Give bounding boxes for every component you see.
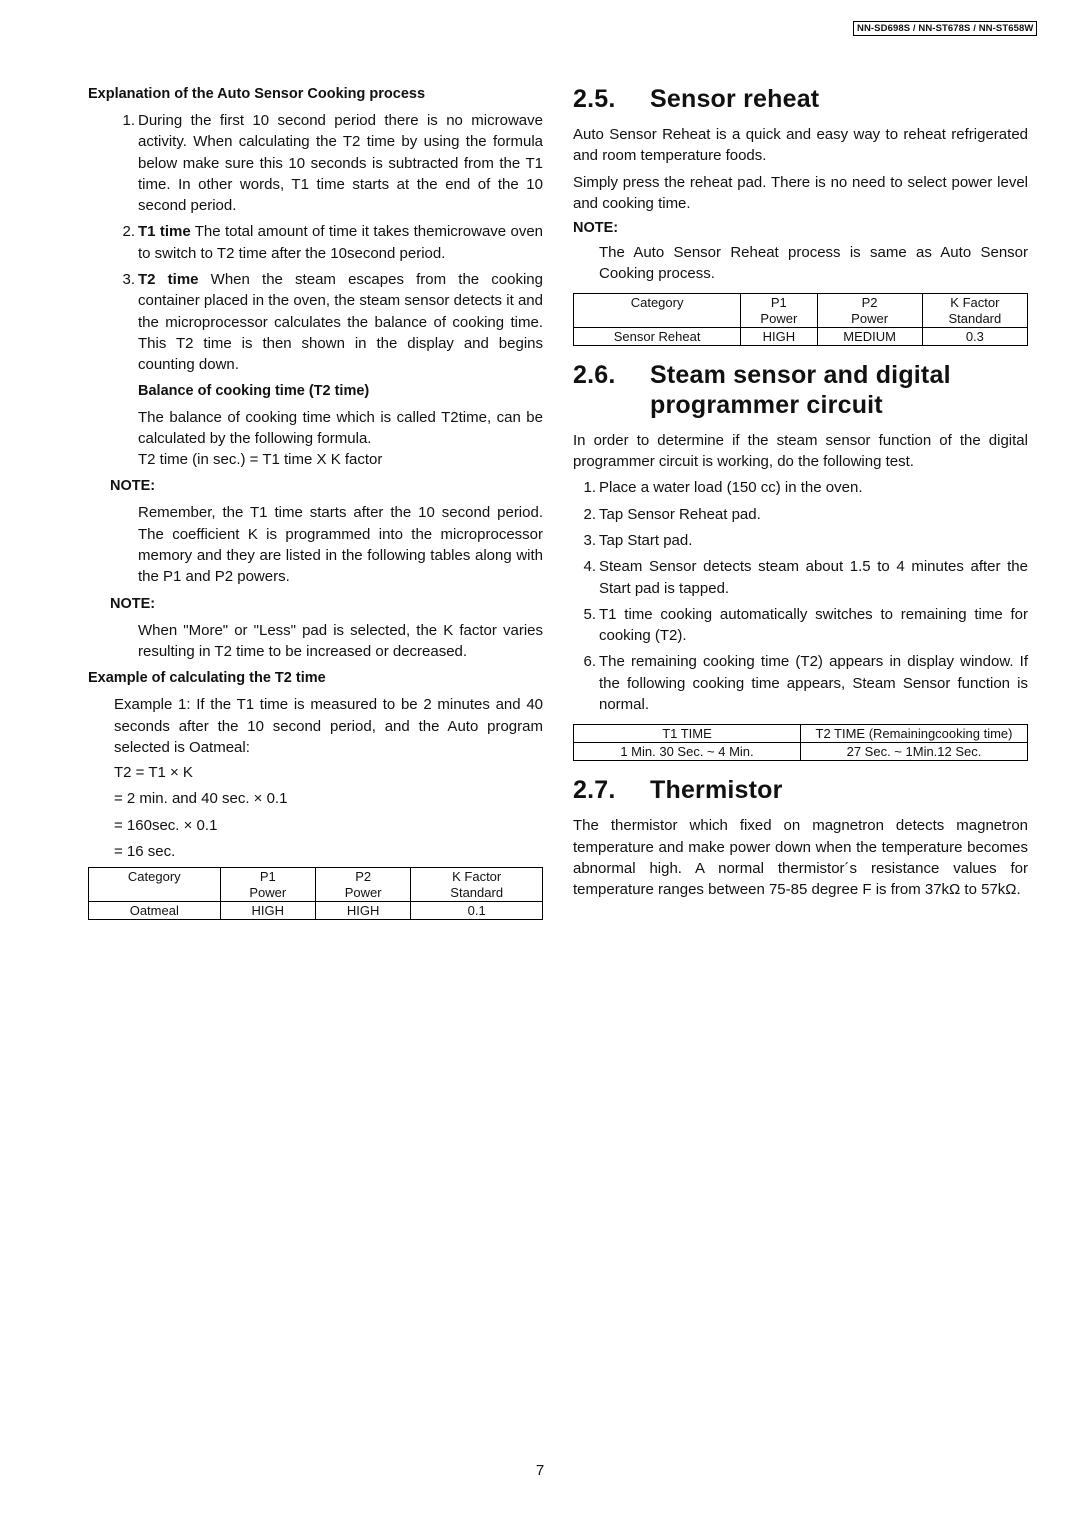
table-cell: HIGH (219, 901, 316, 921)
section-heading-2-5: 2.5. Sensor reheat (573, 84, 1028, 114)
list-number: 2. (122, 223, 135, 241)
list-number: 3. (583, 531, 596, 549)
calc-line: T2 = T1 × K (114, 764, 193, 782)
section-title: Thermistor (650, 776, 783, 805)
list-number: 2. (583, 505, 596, 523)
model-number-box: NN-SD698S / NN-ST678S / NN-ST658W (853, 21, 1038, 36)
list-text: T2 time When the steam escapes from the … (138, 269, 543, 375)
note-text: The Auto Sensor Reheat process is same a… (599, 244, 1028, 283)
list-item: 4. Steam Sensor detects steam about 1.5 … (573, 556, 1028, 599)
oatmeal-table: Category P1 Power P2 Power K Factor Standar… (88, 867, 543, 921)
table-cell: 0.1 (410, 901, 543, 921)
balance-text: The balance of cooking time which is cal… (138, 408, 543, 447)
list-text: Tap Start pad. (599, 531, 693, 549)
note-text: When "More" or "Less" pad is selected, t… (138, 621, 543, 660)
table-header-cell: T2 TIME (Remainingcooking time) (800, 724, 1028, 744)
section-heading-2-7: 2.7. Thermistor (573, 775, 1028, 805)
note-label: NOTE: (573, 220, 619, 237)
page-number: 7 (535, 1462, 545, 1479)
list-lead: T2 time (138, 271, 199, 289)
list-number: 1. (122, 112, 135, 129)
table-cell: HIGH (740, 326, 818, 346)
list-body: The total amount of time it takes themic… (138, 223, 544, 262)
table-header-cell: T1 TIME (573, 724, 801, 744)
calc-line: = 160sec. × 0.1 (114, 816, 218, 834)
table-row: 1 Min. 30 Sec. ~ 4 Min. 27 Sec. ~ 1Min.1… (573, 742, 1028, 762)
right-column: 2.5. Sensor reheat Auto Sensor Reheat is… (572, 84, 1029, 901)
table-cell: 1 Min. 30 Sec. ~ 4 Min. (573, 742, 801, 762)
list-number: 6. (583, 653, 596, 671)
sensor-reheat-table: Category P1 Power P2 Power K Factor Standar… (572, 292, 1029, 346)
table-cell: Sensor Reheat (572, 326, 742, 346)
paragraph: Simply press the reheat pad. There is no… (573, 173, 1028, 212)
section-title: Steam sensor and digital programmer circu… (650, 360, 951, 419)
list-number: 5. (583, 605, 596, 623)
list-number: 1. (583, 479, 596, 497)
table-header-cell: P2 Power (816, 292, 923, 328)
explanation-heading: Explanation of the Auto Sensor Cooking p… (88, 86, 426, 102)
note-label: NOTE: (110, 595, 156, 612)
formula-text: T2 time (in sec.) = T1 time X K factor (138, 451, 383, 469)
list-item: 5. T1 time cooking automatically switche… (573, 604, 1028, 647)
note-label: NOTE: (110, 478, 156, 495)
table-cell: 0.3 (921, 326, 1029, 346)
paragraph: The thermistor which fixed on magnetron … (573, 817, 1028, 899)
left-column: Explanation of the Auto Sensor Cooking p… (88, 84, 543, 921)
list-text: Place a water load (150 cc) in the oven. (599, 479, 863, 497)
list-text: T1 time cooking automatically switches t… (599, 605, 1028, 645)
table-header-cell: P2 Power (314, 867, 412, 903)
table-cell: HIGH (314, 901, 412, 921)
list-item: 1. During the first 10 second period the… (88, 110, 543, 216)
example-text: Example 1: If the T1 time is measured to… (114, 696, 543, 756)
list-item: 3. T2 time When the steam escapes from t… (88, 269, 543, 375)
example-heading: Example of calculating the T2 time (88, 670, 326, 687)
t1-t2-time-table: T1 TIME T2 TIME (Remainingcooking time) … (573, 724, 1028, 762)
table-header-cell: P1 Power (219, 867, 316, 903)
table-cell: MEDIUM (816, 326, 923, 346)
section-heading-2-6: 2.6. Steam sensor and digital programmer … (573, 360, 1028, 420)
list-text: The remaining cooking time (T2) appears … (599, 653, 1028, 714)
list-text: Tap Sensor Reheat pad. (599, 505, 761, 523)
list-item: 1. Place a water load (150 cc) in the ov… (573, 477, 1028, 498)
table-cell: 27 Sec. ~ 1Min.12 Sec. (800, 742, 1028, 762)
list-item: 2. T1 time The total amount of time it t… (88, 221, 543, 264)
table-header-cell: K Factor Standard (921, 292, 1029, 328)
note-text: Remember, the T1 time starts after the 1… (138, 504, 543, 586)
list-item: 6. The remaining cooking time (T2) appea… (573, 651, 1028, 715)
list-text: T1 time The total amount of time it take… (138, 221, 543, 264)
table-header-cell: Category (88, 867, 221, 903)
list-body: During the first 10 second period there … (138, 112, 543, 215)
test-steps-list: 1. Place a water load (150 cc) in the ov… (573, 477, 1028, 715)
table-row: Oatmeal HIGH HIGH 0.1 (88, 901, 543, 921)
balance-heading: Balance of cooking time (T2 time) (138, 382, 370, 399)
table-header-row: T1 TIME T2 TIME (Remainingcooking time) (573, 724, 1028, 744)
list-number: 4. (583, 558, 596, 576)
list-item: 2. Tap Sensor Reheat pad. (573, 504, 1028, 525)
calc-line: = 16 sec. (114, 843, 176, 861)
table-header-cell: Category (572, 292, 742, 328)
section-number: 2.5. (573, 85, 616, 113)
section-number: 2.6. (573, 360, 616, 389)
list-lead: T1 time (138, 223, 191, 241)
list-text: During the first 10 second period there … (138, 110, 543, 216)
table-header-row: Category P1 Power P2 Power K Factor Standar… (88, 867, 543, 903)
section-title: Sensor reheat (650, 85, 820, 113)
table-header-cell: K Factor Standard (410, 867, 543, 903)
paragraph: Auto Sensor Reheat is a quick and easy w… (573, 126, 1028, 165)
table-row: Sensor Reheat HIGH MEDIUM 0.3 (572, 326, 1029, 346)
list-body: When the steam escapes from the cooking … (138, 271, 543, 374)
table-header-row: Category P1 Power P2 Power K Factor Standar… (572, 292, 1029, 328)
paragraph: In order to determine if the steam senso… (573, 431, 1028, 471)
table-header-cell: P1 Power (740, 292, 818, 328)
list-text: Steam Sensor detects steam about 1.5 to … (599, 558, 1028, 597)
calc-line: = 2 min. and 40 sec. × 0.1 (114, 790, 288, 808)
table-cell: Oatmeal (88, 901, 221, 921)
section-number: 2.7. (573, 776, 616, 805)
list-number: 3. (122, 271, 135, 289)
list-item: 3. Tap Start pad. (573, 530, 1028, 551)
